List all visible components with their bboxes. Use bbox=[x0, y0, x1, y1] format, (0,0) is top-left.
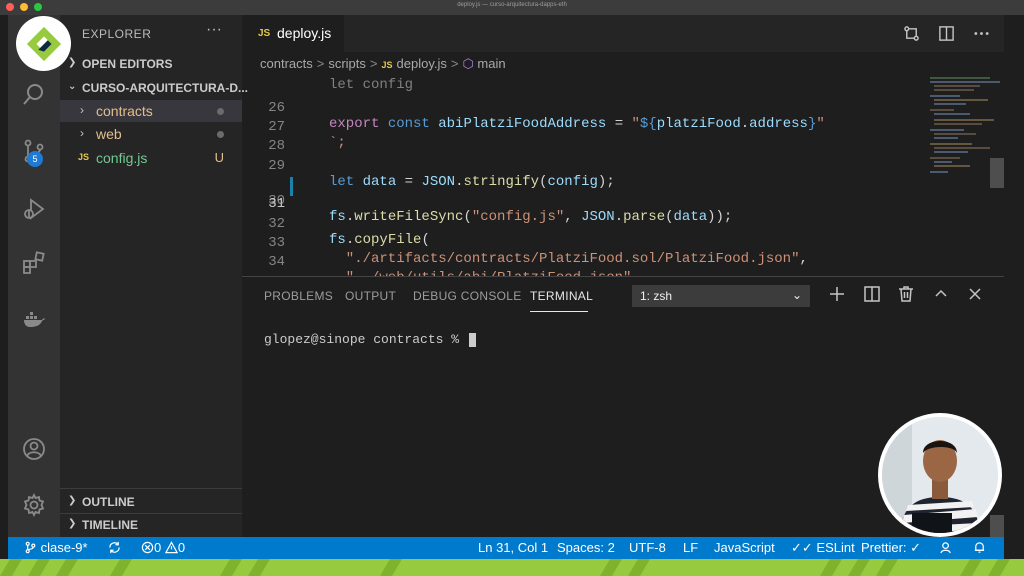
encoding[interactable]: UTF-8 bbox=[629, 540, 666, 555]
more-actions-icon[interactable] bbox=[973, 25, 990, 47]
js-file-icon: JS bbox=[381, 60, 393, 70]
branch-indicator[interactable]: clase-9* bbox=[24, 540, 88, 555]
feedback-icon[interactable] bbox=[940, 540, 953, 555]
modified-dot bbox=[217, 131, 224, 138]
breadcrumb-item[interactable]: main bbox=[477, 56, 505, 71]
brand-footer-band bbox=[0, 559, 1024, 576]
extensions-icon[interactable] bbox=[22, 251, 46, 275]
eslint-status[interactable]: ✓✓ ESLint bbox=[791, 540, 855, 556]
settings-gear-icon[interactable] bbox=[22, 492, 46, 518]
sync-icon[interactable] bbox=[108, 540, 121, 555]
code-line: 35 (err) => { bbox=[242, 258, 902, 276]
activity-bar: 5 bbox=[8, 15, 60, 537]
code-line: 29 let data = JSON.stringify(config); bbox=[268, 158, 615, 190]
run-debug-icon[interactable] bbox=[22, 197, 46, 221]
terminal-output[interactable]: glopez@sinope contracts % bbox=[264, 332, 476, 347]
tab-terminal[interactable]: TERMINAL bbox=[530, 289, 593, 303]
chevron-down-icon: ⌄ bbox=[791, 288, 802, 302]
prettier-status[interactable]: Prettier: ✓ bbox=[861, 540, 921, 556]
editor-tabs: JS deploy.js bbox=[242, 15, 1004, 52]
terminal-scrollbar[interactable] bbox=[990, 515, 1004, 537]
code-line: 26 export const abiPlatziFoodAddress = "… bbox=[268, 100, 825, 132]
chevron-right-icon: ❯ bbox=[68, 495, 77, 506]
symbol-method-icon: ⬡ bbox=[462, 56, 478, 71]
split-terminal-icon[interactable] bbox=[863, 285, 883, 305]
tree-item-config-js[interactable]: JS config.js U bbox=[60, 147, 242, 169]
code-editor[interactable]: let config 26 export const abiPlatziFood… bbox=[242, 70, 1004, 276]
title-bar: deploy.js — curso-arquitectura-dapps-eth bbox=[0, 0, 1024, 15]
tree-item-contracts[interactable]: › contracts bbox=[60, 100, 242, 122]
tab-problems[interactable]: PROBLEMS bbox=[264, 289, 333, 303]
presenter-video bbox=[882, 417, 998, 533]
open-editors-section[interactable]: ❯ OPEN EDITORS bbox=[60, 53, 242, 75]
editor-actions bbox=[903, 25, 990, 47]
window-edge bbox=[1004, 15, 1024, 537]
cursor-position[interactable]: Ln 31, Col 1 bbox=[478, 540, 548, 555]
editor-scrollbar[interactable] bbox=[990, 158, 1004, 188]
check-double-icon: ✓✓ bbox=[791, 540, 813, 555]
brand-pattern bbox=[0, 559, 1010, 576]
chevron-down-icon: ⌄ bbox=[68, 81, 77, 92]
split-editor-icon[interactable] bbox=[938, 25, 955, 47]
modified-dot bbox=[217, 108, 224, 115]
chevron-up-icon[interactable] bbox=[932, 285, 952, 305]
section-divider bbox=[60, 488, 242, 489]
warning-icon bbox=[164, 541, 178, 554]
explorer-sidebar: EXPLORER ··· ❯ OPEN EDITORS ⌄ CURSO-ARQU… bbox=[60, 15, 248, 537]
open-changes-icon[interactable] bbox=[903, 25, 920, 47]
problems-indicator[interactable]: 0 0 bbox=[141, 540, 185, 555]
active-tab-indicator bbox=[530, 311, 588, 312]
explorer-more-button[interactable]: ··· bbox=[206, 21, 222, 39]
code-line: 33 "./artifacts/contracts/PlatziFood.sol… bbox=[268, 235, 808, 267]
tree-item-web[interactable]: › web bbox=[60, 123, 242, 145]
tab-output[interactable]: OUTPUT bbox=[345, 289, 396, 303]
webcam-overlay bbox=[878, 413, 1002, 537]
terminal-cursor bbox=[468, 332, 476, 347]
search-icon[interactable] bbox=[22, 83, 46, 107]
explorer-header: EXPLORER bbox=[82, 27, 152, 41]
docker-icon[interactable] bbox=[22, 307, 46, 331]
breadcrumb-item[interactable]: scripts bbox=[328, 56, 366, 71]
language-mode[interactable]: JavaScript bbox=[714, 540, 775, 555]
trash-icon[interactable] bbox=[897, 285, 917, 305]
tab-deploy-js[interactable]: JS deploy.js bbox=[242, 15, 344, 52]
new-terminal-icon[interactable] bbox=[828, 285, 848, 305]
code-line-current: 31 bbox=[268, 196, 285, 212]
code-line: 27 `; bbox=[268, 119, 346, 151]
error-icon bbox=[141, 541, 154, 554]
account-icon[interactable] bbox=[22, 437, 46, 461]
chevron-right-icon: ❯ bbox=[68, 57, 77, 68]
code-line: 32 fs.copyFile( bbox=[268, 216, 430, 248]
js-file-icon: JS bbox=[258, 28, 271, 39]
indentation[interactable]: Spaces: 2 bbox=[557, 540, 615, 555]
code-line: 28 bbox=[268, 138, 285, 154]
code-line-partial: let config bbox=[329, 77, 414, 93]
chevron-right-icon: ❯ bbox=[68, 518, 77, 529]
window-title: deploy.js — curso-arquitectura-dapps-eth bbox=[457, 2, 567, 8]
project-section[interactable]: ⌄ CURSO-ARQUITECTURA-D... bbox=[60, 77, 248, 99]
code-line: 34 "../web/utils/abi/PlatziFood.json", bbox=[268, 254, 640, 276]
js-file-icon: JS bbox=[78, 152, 90, 162]
source-control-badge: 5 bbox=[27, 151, 43, 167]
brand-logo-icon bbox=[26, 26, 61, 61]
breadcrumb-item[interactable]: deploy.js bbox=[397, 56, 447, 71]
status-bar: clase-9* 0 0 Ln 31, Col 1 Spaces: 2 UTF-… bbox=[8, 537, 1004, 559]
brand-logo bbox=[16, 16, 71, 71]
chevron-right-icon: › bbox=[80, 126, 84, 140]
outline-section[interactable]: ❯ OUTLINE bbox=[60, 491, 242, 513]
code-line: 30 fs.writeFileSync("config.js", JSON.pa… bbox=[242, 161, 902, 225]
chevron-right-icon: › bbox=[80, 103, 84, 117]
notifications-bell-icon[interactable] bbox=[973, 540, 986, 555]
close-icon[interactable] bbox=[966, 285, 986, 305]
tab-debug-console[interactable]: DEBUG CONSOLE bbox=[413, 289, 522, 303]
end-of-line[interactable]: LF bbox=[683, 540, 698, 555]
git-branch-icon bbox=[25, 541, 36, 554]
terminal-shell-select[interactable]: 1: zsh ⌄ bbox=[632, 285, 810, 307]
untracked-status: U bbox=[214, 150, 224, 165]
breadcrumb-item[interactable]: contracts bbox=[260, 56, 313, 71]
terminal-prompt: glopez@sinope contracts % bbox=[264, 332, 467, 347]
timeline-section[interactable]: ❯ TIMELINE bbox=[60, 514, 242, 536]
